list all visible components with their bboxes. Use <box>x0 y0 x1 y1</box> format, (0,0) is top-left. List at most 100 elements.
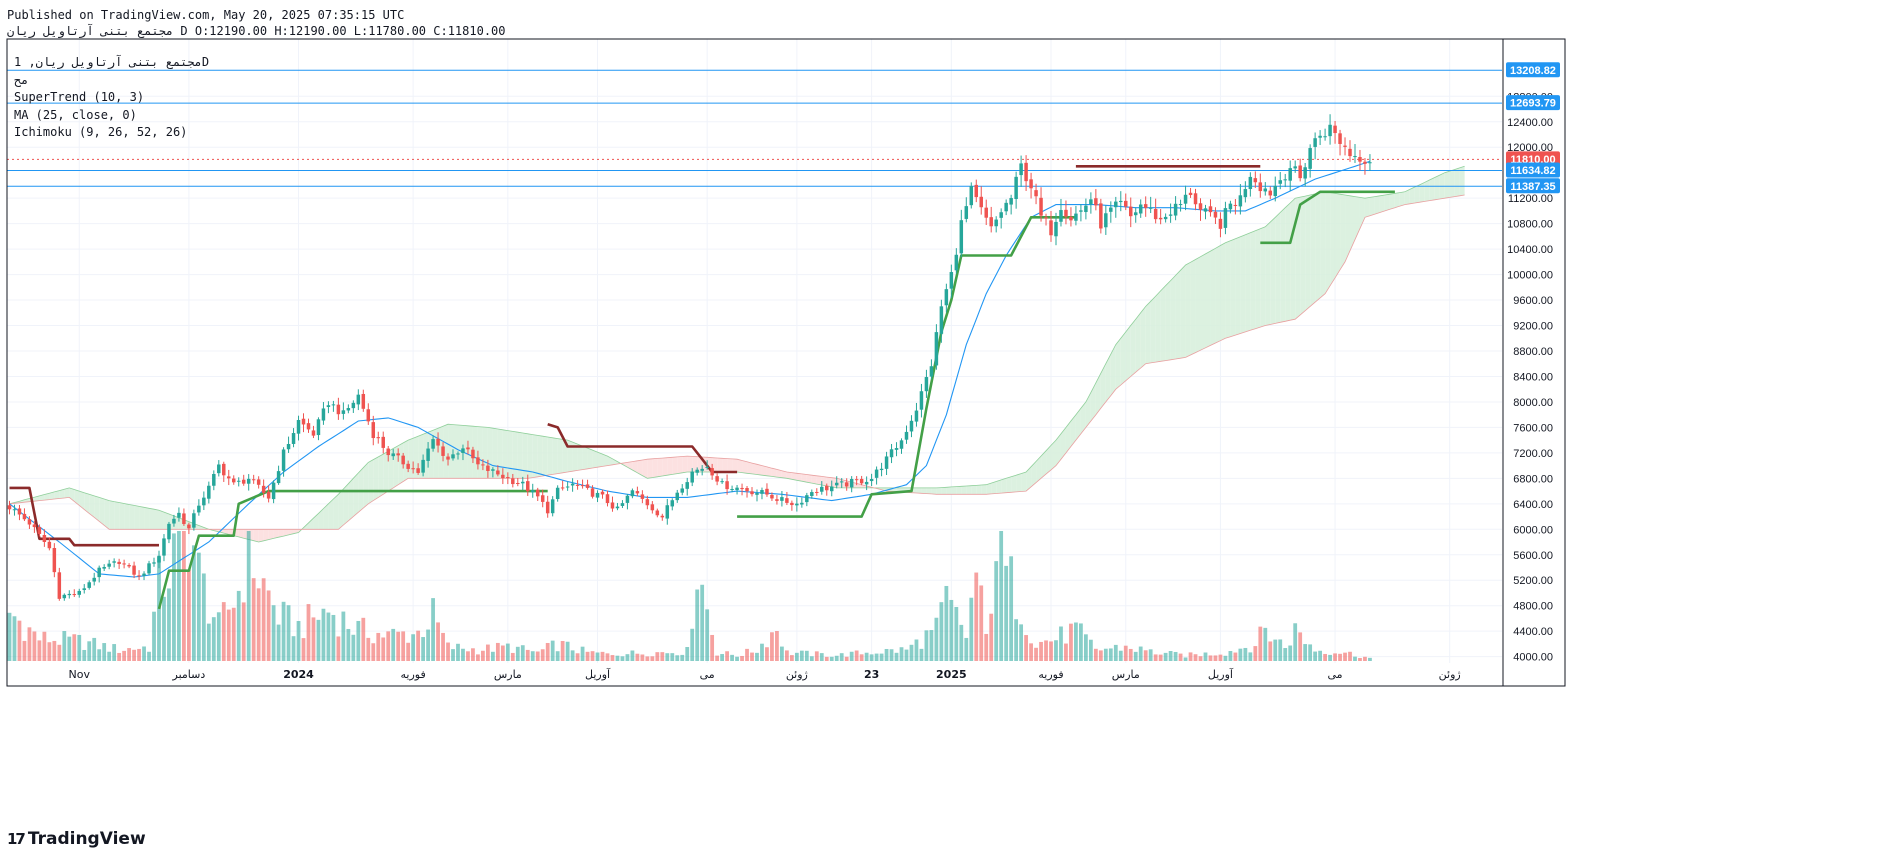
candle-body <box>127 565 131 567</box>
cloud-segment <box>338 488 344 530</box>
candle-body <box>790 502 794 506</box>
candle-body <box>610 502 615 509</box>
candle-body <box>7 505 12 510</box>
candle-body <box>1153 208 1158 220</box>
volume-bar <box>206 623 211 661</box>
candle-body <box>1203 208 1208 212</box>
candle-body <box>760 490 764 494</box>
legend-symbol[interactable]: مجتمع بتنی آرتاویل ریان, 1D <box>14 54 209 72</box>
candle-body <box>446 456 450 460</box>
candle-body <box>1293 166 1297 169</box>
volume-bar <box>740 655 744 661</box>
volume-bar <box>411 634 416 661</box>
candle-body <box>1039 197 1043 216</box>
volume-bar <box>685 647 690 661</box>
legend-ichimoku[interactable]: Ichimoku (9, 26, 52, 26) <box>14 124 209 142</box>
volume-bar <box>72 634 77 661</box>
candle-body <box>276 471 281 484</box>
candle-body <box>1358 157 1362 162</box>
price-tick-label: 10800.00 <box>1507 219 1553 231</box>
candle-body <box>695 469 699 473</box>
candle-body <box>67 593 72 596</box>
price-chart[interactable]: 4000.00 4400.00 4800.00 5200.00 5600.00 6000.… <box>0 0 1878 858</box>
candle-body <box>117 561 121 565</box>
candle-body <box>795 503 799 506</box>
candle-body <box>735 487 739 491</box>
candle-body <box>381 436 385 448</box>
cloud-segment <box>1006 476 1012 493</box>
volume-bar <box>1014 619 1019 661</box>
volume-bar <box>1148 649 1153 661</box>
tradingview-brand: TradingView <box>27 829 146 849</box>
cloud-segment <box>816 475 822 486</box>
candle-body <box>411 468 415 470</box>
candle-body <box>222 463 226 476</box>
candle-body <box>1158 217 1163 220</box>
cloud-segment <box>956 486 962 495</box>
volume-bar <box>660 652 665 661</box>
volume-bar <box>750 652 754 661</box>
candle-body <box>246 478 251 484</box>
cloud-segment <box>642 459 648 479</box>
candle-body <box>590 488 595 497</box>
candle-body <box>1079 210 1083 212</box>
time-tick-label: مارس <box>494 668 522 681</box>
volume-bar <box>1069 623 1073 661</box>
volume-bar <box>331 614 336 661</box>
candle-body <box>530 490 535 493</box>
price-level-badge-label: 12693.79 <box>1510 98 1556 110</box>
volume-bar <box>665 653 670 661</box>
volume-bar <box>182 531 186 661</box>
cloud-segment <box>1001 478 1007 494</box>
cloud-segment <box>1394 192 1400 208</box>
volume-bar <box>276 624 281 661</box>
candle-body <box>526 481 530 492</box>
cloud-segment <box>1434 175 1440 200</box>
legend-ma[interactable]: MA (25, close, 0) <box>14 107 209 125</box>
candle-body <box>486 465 490 471</box>
candle-body <box>884 456 889 469</box>
volume-bar <box>1098 650 1103 661</box>
legend-supertrend[interactable]: SuperTrend (10, 3) <box>14 89 209 107</box>
volume-bar <box>361 617 366 661</box>
candle-body <box>825 485 829 491</box>
cloud-segment <box>114 501 120 530</box>
cloud-segment <box>806 474 812 484</box>
volume-bar <box>92 637 97 661</box>
cloud-segment <box>1165 280 1171 361</box>
cloud-segment <box>936 487 942 495</box>
candle-body <box>107 563 111 567</box>
candle-body <box>944 289 949 306</box>
volume-bar <box>909 644 914 661</box>
cloud-segment <box>976 485 982 495</box>
candle-body <box>1243 189 1248 198</box>
candle-body <box>635 491 640 494</box>
volume-bar <box>172 533 176 661</box>
candle-body <box>580 485 585 487</box>
cloud-segment <box>557 438 563 474</box>
cloud-segment <box>507 430 513 479</box>
cloud-segment <box>737 459 743 473</box>
volume-bar <box>974 572 979 661</box>
candle-body <box>725 481 729 490</box>
volume-bar <box>535 651 540 661</box>
candle-body <box>72 594 77 596</box>
tradingview-logo[interactable]: 17 TradingView <box>7 829 146 849</box>
volume-bar <box>630 650 635 661</box>
volume-bar <box>346 628 351 661</box>
volume-bar <box>899 647 904 661</box>
volume-bar <box>695 589 700 661</box>
volume-bar <box>595 652 600 661</box>
cloud-segment <box>996 479 1002 494</box>
cloud-segment <box>333 494 339 530</box>
cloud-segment <box>1185 262 1191 358</box>
volume-bar <box>386 631 391 661</box>
price-tick-label: 7600.00 <box>1513 422 1553 434</box>
volume-bar <box>1019 624 1024 661</box>
cloud-segment <box>742 460 748 474</box>
candle-body <box>431 439 435 449</box>
cloud-segment <box>512 431 518 479</box>
candle-body <box>251 479 256 481</box>
candle-body <box>212 473 216 486</box>
candle-body <box>1059 210 1063 222</box>
